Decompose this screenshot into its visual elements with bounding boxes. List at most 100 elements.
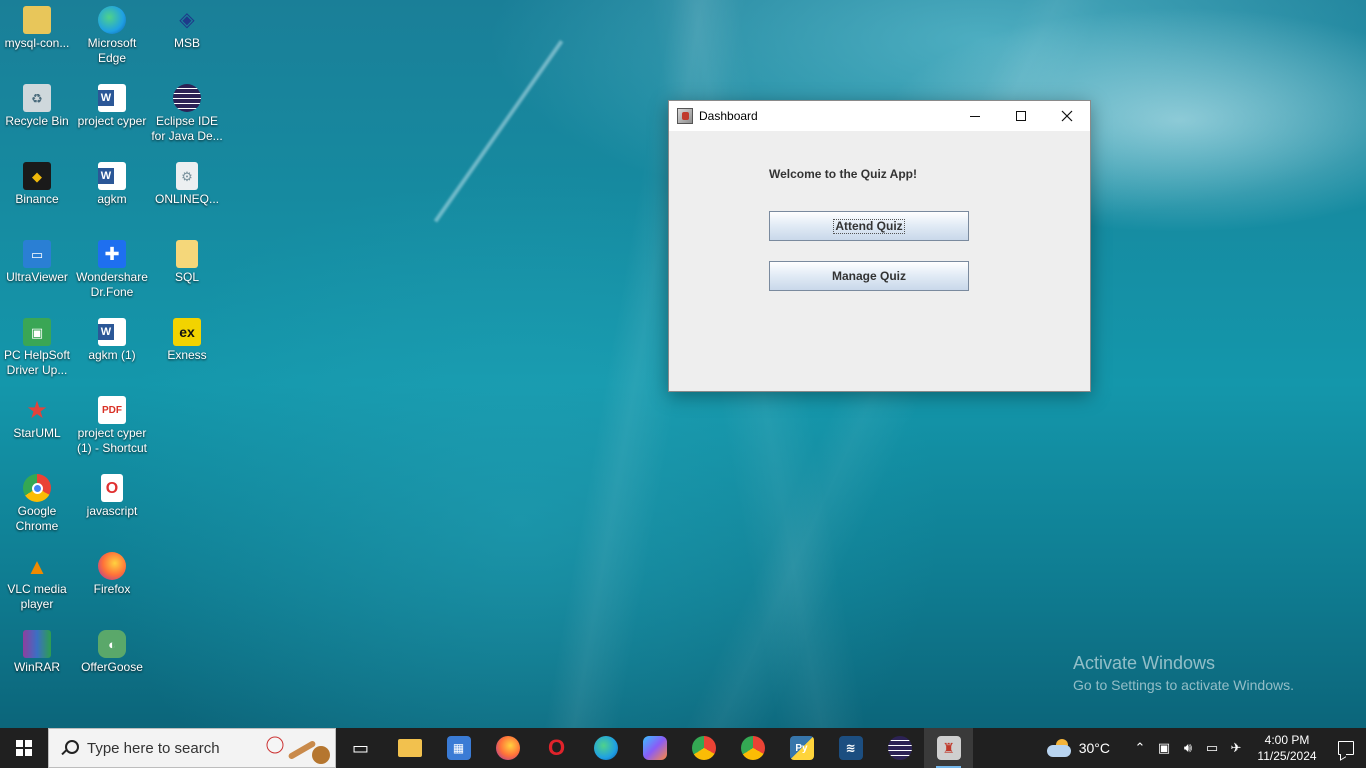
microsoft-store-icon: ▦ bbox=[446, 736, 471, 760]
notification-center-button[interactable] bbox=[1326, 728, 1366, 768]
meet-now-icon[interactable]: ▣ bbox=[1152, 728, 1176, 768]
maximize-button[interactable] bbox=[998, 101, 1044, 131]
desktop-icon-onlineq[interactable]: ⚙ ONLINEQ... bbox=[149, 162, 225, 207]
opera-icon: O bbox=[547, 735, 566, 760]
minimize-icon bbox=[970, 115, 980, 117]
taskbar-copilot[interactable] bbox=[630, 728, 679, 768]
taskbar-chrome-profile[interactable] bbox=[679, 728, 728, 768]
desktop-icon-project-cyper-shortcut[interactable]: PDF project cyper (1) - Shortcut bbox=[74, 396, 150, 456]
clock[interactable]: 4:00 PM 11/25/2024 bbox=[1248, 732, 1326, 764]
firefox-icon bbox=[495, 736, 520, 760]
winrar-icon bbox=[23, 630, 51, 658]
window-titlebar[interactable]: Dashboard bbox=[669, 101, 1090, 131]
desktop-icon-exness[interactable]: ex Exness bbox=[149, 318, 225, 363]
taskbar-microsoft-store[interactable]: ▦ bbox=[434, 728, 483, 768]
word-doc-icon: W bbox=[98, 84, 126, 112]
desktop-icon-offergoose[interactable]: ◐ OfferGoose bbox=[74, 630, 150, 675]
offergoose-icon: ◐ bbox=[98, 630, 126, 658]
java-app-icon: ♜ bbox=[936, 736, 961, 760]
taskbar-firefox[interactable] bbox=[483, 728, 532, 768]
partly-cloudy-icon bbox=[1046, 739, 1073, 757]
system-tray: 30°C ⌃ ▣ 🔊︎ ▭ ✈︎ 4:00 PM 11/25/2024 bbox=[1046, 728, 1366, 768]
binance-icon: ◆ bbox=[23, 162, 51, 190]
taskbar-eclipse[interactable] bbox=[875, 728, 924, 768]
copilot-icon bbox=[642, 736, 667, 760]
word-doc-icon: W bbox=[98, 318, 126, 346]
exness-icon: ex bbox=[173, 318, 201, 346]
recycle-bin-icon: ♻ bbox=[23, 84, 51, 112]
desktop-icon-vlc[interactable]: ▲ VLC media player bbox=[0, 552, 75, 612]
taskbar-opera[interactable]: O bbox=[532, 728, 581, 768]
taskbar-search[interactable] bbox=[48, 728, 336, 768]
eclipse-icon bbox=[887, 736, 912, 760]
java-app-icon bbox=[677, 108, 693, 124]
desktop-icon-agkm[interactable]: W agkm bbox=[74, 162, 150, 207]
tray-icons: ⌃ ▣ 🔊︎ ▭ ✈︎ bbox=[1128, 728, 1248, 768]
volume-icon[interactable]: 🔊︎ bbox=[1176, 728, 1200, 768]
search-input[interactable] bbox=[87, 739, 257, 757]
desktop-icon-project-cyper[interactable]: W project cyper bbox=[74, 84, 150, 129]
desktop-icon-pc-helpsoft[interactable]: ▣ PC HelpSoft Driver Up... bbox=[0, 318, 75, 378]
desktop-icon-msb[interactable]: ◈ MSB bbox=[149, 6, 225, 51]
clock-time: 4:00 PM bbox=[1264, 733, 1310, 747]
msb-icon: ◈ bbox=[179, 8, 195, 31]
vlc-icon: ▲ bbox=[26, 553, 48, 579]
pdf-icon: PDF bbox=[98, 396, 126, 424]
drfone-icon: ✚ bbox=[98, 240, 126, 268]
file-icon: ⚙ bbox=[176, 162, 198, 190]
desktop-icon-binance[interactable]: ◆ Binance bbox=[0, 162, 75, 207]
chevron-up-icon[interactable]: ⌃ bbox=[1128, 728, 1152, 768]
desktop-icon-ultraviewer[interactable]: ▭ UltraViewer bbox=[0, 240, 75, 285]
desktop-icon-staruml[interactable]: ★ StarUML bbox=[0, 396, 75, 441]
taskbar-python[interactable]: Py bbox=[777, 728, 826, 768]
maximize-icon bbox=[1016, 111, 1026, 121]
search-highlight-doodle-icon bbox=[266, 736, 330, 764]
taskbar-java-app[interactable]: ♜ bbox=[924, 728, 973, 768]
battery-icon[interactable]: ▭ bbox=[1200, 728, 1224, 768]
windows-logo-icon bbox=[16, 740, 32, 756]
desktop-icon-drfone[interactable]: ✚ Wondershare Dr.Fone bbox=[74, 240, 150, 300]
manage-quiz-button[interactable]: Manage Quiz bbox=[769, 261, 969, 291]
weather-widget[interactable]: 30°C bbox=[1046, 739, 1110, 757]
edge-icon bbox=[98, 6, 126, 34]
activate-title: Activate Windows bbox=[1073, 653, 1216, 673]
ultraviewer-icon: ▭ bbox=[23, 240, 51, 268]
desktop-icon-firefox[interactable]: Firefox bbox=[74, 552, 150, 597]
taskbar-chrome[interactable] bbox=[728, 728, 777, 768]
taskbar-task-view[interactable]: ▭ bbox=[336, 728, 385, 768]
desktop-icon-recycle-bin[interactable]: ♻ Recycle Bin bbox=[0, 84, 75, 129]
close-button[interactable] bbox=[1044, 101, 1090, 131]
manage-quiz-label: Manage Quiz bbox=[831, 269, 906, 283]
desktop-icon-winrar[interactable]: WinRAR bbox=[0, 630, 75, 675]
python-icon: Py bbox=[789, 736, 814, 760]
taskbar-apps: ▭ ▦ O Py ≋ ♜ bbox=[336, 728, 973, 768]
close-icon bbox=[1061, 110, 1073, 122]
activate-windows-watermark: Activate Windows Go to Settings to activ… bbox=[1073, 652, 1294, 695]
desktop-icon-mysql-connector[interactable]: mysql-con... bbox=[0, 6, 75, 51]
desktop-icon-agkm-1[interactable]: W agkm (1) bbox=[74, 318, 150, 363]
staruml-icon: ★ bbox=[26, 396, 48, 424]
start-button[interactable] bbox=[0, 728, 48, 768]
weather-temperature: 30°C bbox=[1078, 740, 1110, 756]
desktop-icon-eclipse[interactable]: Eclipse IDE for Java De... bbox=[149, 84, 225, 144]
edge-icon bbox=[593, 736, 618, 760]
dashboard-window: Dashboard Welcome to the Quiz App! Atten… bbox=[668, 100, 1091, 392]
attend-quiz-button[interactable]: Attend Quiz bbox=[769, 211, 969, 241]
folder-icon bbox=[176, 240, 198, 268]
minimize-button[interactable] bbox=[952, 101, 998, 131]
taskbar-mysql-workbench[interactable]: ≋ bbox=[826, 728, 875, 768]
network-icon[interactable]: ✈︎ bbox=[1224, 728, 1248, 768]
taskbar-file-explorer[interactable] bbox=[385, 728, 434, 768]
attend-quiz-label: Attend Quiz bbox=[833, 218, 905, 234]
taskbar: ▭ ▦ O Py ≋ ♜ 30°C ⌃ ▣ 🔊︎ ▭ ✈︎ 4:00 PM 11… bbox=[0, 728, 1366, 768]
desktop-icon-google-chrome[interactable]: Google Chrome bbox=[0, 474, 75, 534]
chrome-icon bbox=[740, 736, 765, 760]
search-icon bbox=[61, 740, 79, 756]
wallpaper-streak bbox=[433, 40, 564, 223]
taskbar-edge[interactable] bbox=[581, 728, 630, 768]
desktop-icon-javascript[interactable]: O javascript bbox=[74, 474, 150, 519]
welcome-label: Welcome to the Quiz App! bbox=[769, 167, 918, 181]
clock-date: 11/25/2024 bbox=[1257, 749, 1317, 763]
desktop-icon-microsoft-edge[interactable]: Microsoft Edge bbox=[74, 6, 150, 66]
desktop-icon-sql[interactable]: SQL bbox=[149, 240, 225, 285]
